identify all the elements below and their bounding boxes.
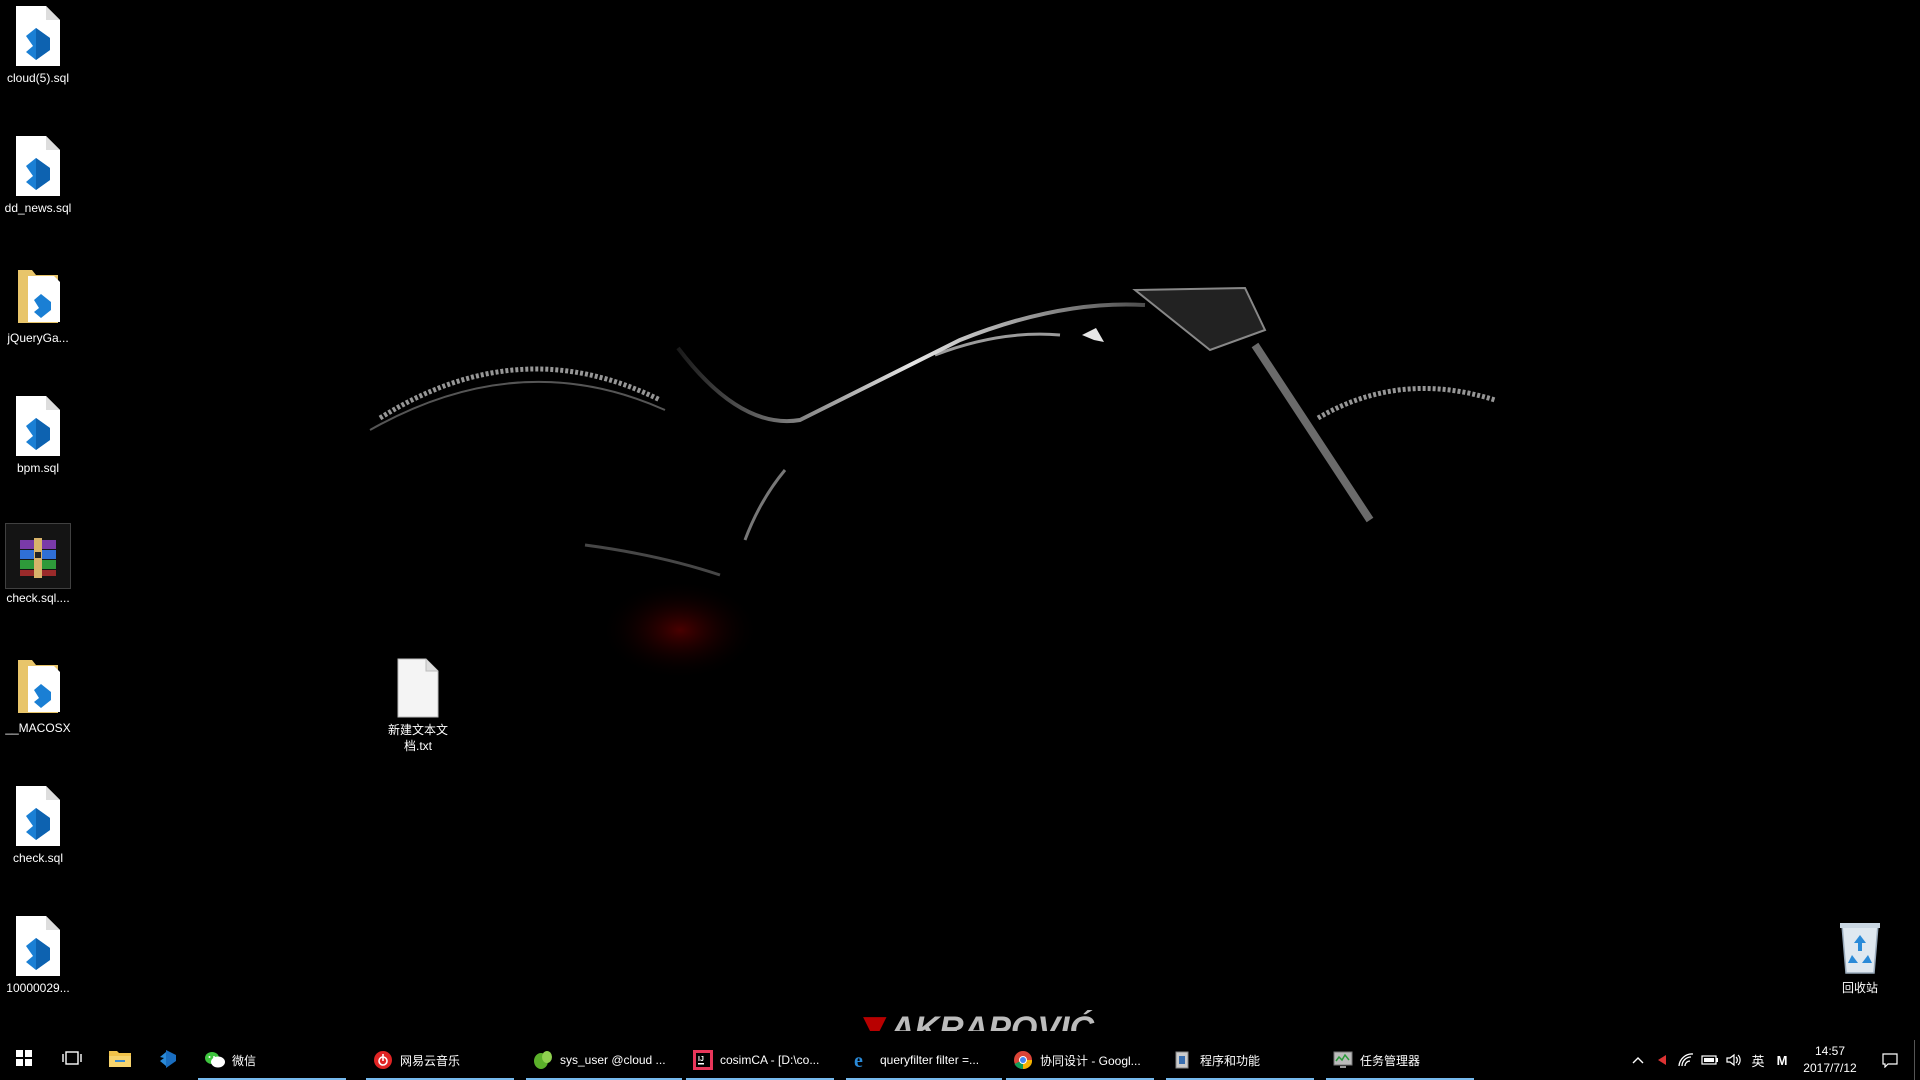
vscode-file-icon xyxy=(6,4,70,68)
taskbar-app-netease-music[interactable]: 网易云音乐 xyxy=(364,1040,516,1080)
vscode-file-icon xyxy=(6,914,70,978)
desktop-icon-label: check.sql xyxy=(12,851,64,865)
volume-icon[interactable] xyxy=(1722,1040,1746,1080)
taskbar-clock[interactable]: 14:57 2017/7/12 xyxy=(1794,1040,1866,1080)
taskbar-app-label: 协同设计 - Googl... xyxy=(1040,1053,1141,1068)
recycle-bin-icon xyxy=(1828,914,1892,978)
vscode-file-icon xyxy=(6,134,70,198)
taskbar-app-edge[interactable]: e queryfilter filter =... xyxy=(844,1040,1004,1080)
desktop-icon-label: __MACOSX xyxy=(5,721,71,735)
task-manager-icon xyxy=(1332,1049,1354,1071)
desktop-icon-check-sql[interactable]: check.sql xyxy=(0,784,76,866)
desktop-icon-label: jQueryGa... xyxy=(7,331,69,345)
text-file-icon xyxy=(386,656,450,720)
intellij-icon: IJ xyxy=(692,1049,714,1071)
taskbar-app-intellij[interactable]: IJ cosimCA - [D:\co... xyxy=(684,1040,836,1080)
battery-icon[interactable] xyxy=(1698,1040,1722,1080)
task-view-icon xyxy=(62,1050,82,1071)
svg-text:IJ: IJ xyxy=(698,1056,704,1063)
taskbar-app-navicat[interactable]: sys_user @cloud ... xyxy=(524,1040,684,1080)
navicat-icon xyxy=(532,1049,554,1071)
taskbar-spacer xyxy=(348,1040,364,1080)
show-hidden-icons-button[interactable] xyxy=(1626,1040,1650,1080)
desktop-icon-recycle-bin[interactable]: 回收站 xyxy=(1822,914,1898,996)
winrar-archive-icon xyxy=(5,523,71,589)
vscode-folder-icon xyxy=(6,654,70,718)
taskbar: 微信 网易云音乐 sys_user @cloud ... IJ cosimCA … xyxy=(0,1040,1920,1080)
desktop-icon-cloud5-sql[interactable]: cloud(5).sql xyxy=(0,4,76,86)
desktop-icon-label: 回收站 xyxy=(1841,981,1878,995)
desktop-icon-new-text-file[interactable]: 新建文本文档.txt xyxy=(380,656,456,754)
desktop-icon-bpm-sql[interactable]: bpm.sql xyxy=(0,394,76,476)
taskbar-app-label: sys_user @cloud ... xyxy=(560,1053,666,1067)
desktop-wallpaper: ▼ AKRAPOVIĆ xyxy=(0,0,1920,1031)
wechat-icon xyxy=(204,1049,226,1071)
svg-text:▼: ▼ xyxy=(855,1005,895,1031)
pinned-vscode[interactable] xyxy=(144,1040,192,1080)
wallpaper-brand-text: AKRAPOVIĆ xyxy=(889,1010,1094,1031)
taskbar-app-label: cosimCA - [D:\co... xyxy=(720,1053,820,1067)
clock-time: 14:57 xyxy=(1814,1044,1846,1058)
chrome-icon xyxy=(1012,1049,1034,1071)
ime-language-indicator[interactable]: M xyxy=(1770,1040,1794,1080)
chevron-up-icon xyxy=(1632,1057,1644,1064)
programs-features-icon xyxy=(1172,1049,1194,1071)
vscode-icon xyxy=(156,1046,180,1075)
show-desktop-button[interactable] xyxy=(1914,1040,1920,1080)
folder-icon xyxy=(108,1048,132,1073)
ime-mode-indicator[interactable]: 英 xyxy=(1746,1040,1770,1080)
taskbar-app-label: queryfilter filter =... xyxy=(880,1053,980,1067)
desktop-icon-macosx-folder[interactable]: __MACOSX xyxy=(0,654,76,736)
taskbar-app-label: 程序和功能 xyxy=(1200,1053,1261,1068)
taskbar-app-programs-features[interactable]: 程序和功能 xyxy=(1164,1040,1316,1080)
desktop-icon-label: check.sql.... xyxy=(6,591,70,605)
windows-icon xyxy=(16,1049,32,1071)
taskbar-app-chrome[interactable]: 协同设计 - Googl... xyxy=(1004,1040,1156,1080)
desktop-icon-jquery-folder[interactable]: jQueryGa... xyxy=(0,264,76,346)
desktop-icon-10000029[interactable]: 10000029... xyxy=(0,914,76,996)
taskbar-app-label: 微信 xyxy=(232,1053,257,1068)
taskbar-app-label: 任务管理器 xyxy=(1360,1053,1421,1068)
tray-flag-icon[interactable] xyxy=(1650,1040,1674,1080)
vscode-folder-icon xyxy=(6,264,70,328)
desktop-icon-label: dd_news.sql xyxy=(4,201,72,215)
desktop-icon-check-sql-archive[interactable]: check.sql.... xyxy=(0,523,76,606)
svg-text:e: e xyxy=(854,1050,863,1070)
taskbar-app-label: 网易云音乐 xyxy=(400,1053,461,1068)
vscode-file-icon xyxy=(6,784,70,848)
clock-date: 2017/7/12 xyxy=(1803,1061,1857,1075)
desktop-icon-label: 10000029... xyxy=(6,981,70,995)
action-center-button[interactable] xyxy=(1866,1040,1914,1080)
netease-music-icon xyxy=(372,1049,394,1071)
vscode-file-icon xyxy=(6,394,70,458)
edge-icon: e xyxy=(852,1049,874,1071)
network-wifi-icon[interactable] xyxy=(1674,1040,1698,1080)
notification-icon xyxy=(1882,1053,1898,1068)
desktop-icon-label: bpm.sql xyxy=(16,461,60,475)
desktop-icon-dd-news-sql[interactable]: dd_news.sql xyxy=(0,134,76,216)
task-view-button[interactable] xyxy=(48,1040,96,1080)
taskbar-app-task-manager[interactable]: 任务管理器 xyxy=(1324,1040,1476,1080)
pinned-file-explorer[interactable] xyxy=(96,1040,144,1080)
system-tray: 英 M 14:57 2017/7/12 xyxy=(1626,1040,1920,1080)
start-button[interactable] xyxy=(0,1040,48,1080)
desktop-icon-label: 新建文本文档.txt xyxy=(387,723,448,753)
taskbar-app-wechat[interactable]: 微信 xyxy=(196,1040,348,1080)
desktop-icon-label: cloud(5).sql xyxy=(6,71,70,85)
